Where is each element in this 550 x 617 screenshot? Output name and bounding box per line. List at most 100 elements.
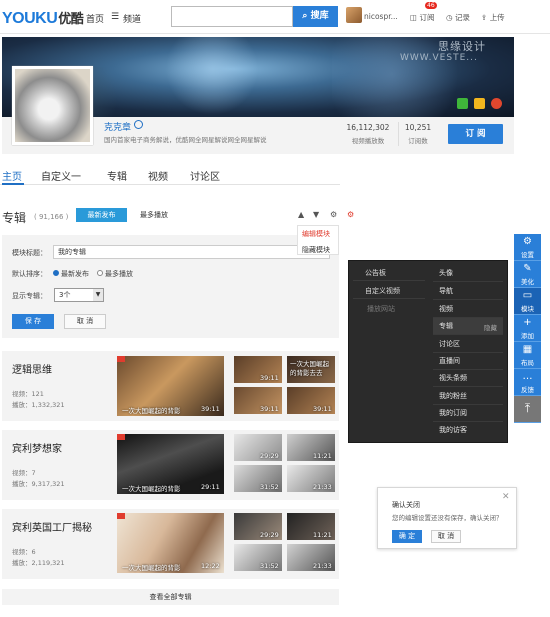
album-plays: 播放：9,317,321: [12, 480, 65, 488]
sort-most-played-button[interactable]: 最多播放: [134, 208, 174, 222]
cover-caption: 一次大国崛起的背影: [122, 407, 181, 415]
move-up-icon[interactable]: ▲: [298, 210, 304, 219]
album-videos: 视频：6: [12, 548, 36, 556]
follow-button[interactable]: 订 阅: [448, 124, 503, 144]
logo-en: YOUKU: [2, 10, 58, 27]
dialog-cancel-button[interactable]: 取 消: [431, 530, 461, 543]
album-title[interactable]: 逻辑思维: [12, 361, 52, 376]
settings-icon[interactable]: ⚙: [347, 210, 354, 219]
video-duration: 11:21: [313, 452, 332, 460]
toolbar-settings[interactable]: ⚙ 设置: [514, 234, 541, 261]
search-input[interactable]: [171, 6, 293, 27]
hide-module-link[interactable]: 隐藏: [484, 322, 497, 332]
hide-module-item[interactable]: 隐藏模块: [298, 242, 338, 258]
tab-discussion[interactable]: 讨论区: [190, 168, 220, 183]
youku-logo[interactable]: YOUKU优酷: [2, 8, 84, 28]
views-stat: 16,112,302 视频播放数: [340, 123, 396, 145]
view-all-albums-link[interactable]: 查看全部专辑: [2, 589, 339, 605]
weibo-icon[interactable]: [491, 98, 502, 109]
nav-home-link[interactable]: 首页: [86, 12, 104, 25]
album-videos: 视频：7: [12, 469, 36, 477]
video-duration: 11:21: [313, 531, 332, 539]
watermark-en: WWW.VESTE...: [400, 53, 478, 63]
sort-newest-radio[interactable]: [53, 270, 59, 276]
video-duration: 39:11: [313, 405, 332, 413]
wechat-icon[interactable]: [457, 98, 468, 109]
toolbar-label: 反馈: [521, 386, 534, 394]
sort-most-radio[interactable]: [97, 270, 103, 276]
module-item-live[interactable]: 直播间: [433, 353, 503, 370]
module-item-custom-video[interactable]: 自定义视频: [353, 286, 425, 296]
new-tag: [117, 356, 125, 362]
module-item-play-site[interactable]: 播放网站: [353, 304, 425, 314]
tab-home[interactable]: 主页: [2, 168, 22, 183]
module-item-avatar[interactable]: 头像: [433, 265, 503, 282]
menu-icon[interactable]: ☰: [111, 12, 119, 22]
cover-duration: 39:11: [201, 405, 220, 413]
move-down-icon[interactable]: ▼: [313, 210, 319, 219]
toolbar-label: 模块: [521, 305, 534, 313]
search-button[interactable]: ⌕ 搜库: [293, 6, 338, 27]
toolbar-back-to-top[interactable]: ⤒: [514, 396, 541, 423]
tab-videos[interactable]: 视频: [148, 168, 168, 183]
sort-newest-button[interactable]: 最新发布: [76, 208, 127, 222]
edit-module-item[interactable]: 编辑模块: [298, 226, 338, 242]
views-label: 视频播放数: [351, 137, 385, 145]
title-label: 模块标题：: [12, 249, 47, 257]
toolbar-label: 添加: [521, 332, 534, 340]
toolbar-feedback[interactable]: … 反馈: [514, 369, 541, 396]
toolbar-modules[interactable]: ▭ 模块: [514, 288, 541, 315]
upload-icon: ⇪: [481, 13, 488, 22]
video-duration: 29:29: [260, 531, 279, 539]
module-item-visitors[interactable]: 我的访客: [433, 422, 503, 439]
logo-cn: 优酷: [58, 11, 84, 26]
tab-custom[interactable]: 自定义一: [41, 168, 81, 183]
sort-newest-label: 最新发布: [61, 270, 89, 278]
module-item-subscriptions[interactable]: 我的订阅: [433, 405, 503, 422]
module-item-discussion[interactable]: 讨论区: [433, 336, 503, 353]
module-item-bulletin[interactable]: 公告板: [353, 268, 425, 278]
module-item-fans[interactable]: 我的粉丝: [433, 388, 503, 405]
module-title-input[interactable]: 我的专辑: [53, 245, 330, 259]
toolbar-beautify[interactable]: ✎ 美化: [514, 261, 541, 288]
save-button[interactable]: 保 存: [12, 314, 54, 329]
module-item-headline[interactable]: 视头条频: [433, 370, 503, 387]
tab-albums[interactable]: 专辑: [107, 168, 127, 183]
search-button-label: 搜库: [310, 11, 329, 21]
album-meta: 视频：6 播放：2,119,321: [12, 547, 65, 569]
divider: [353, 280, 425, 281]
album-title[interactable]: 宾利梦想家: [12, 440, 62, 455]
module-item-nav[interactable]: 导航: [433, 283, 503, 300]
plus-icon: +: [523, 317, 532, 328]
toolbar-add[interactable]: + 添加: [514, 315, 541, 342]
album-title[interactable]: 宾利英国工厂揭秘: [12, 519, 92, 534]
gear-icon[interactable]: ⚙: [330, 210, 337, 219]
history-link[interactable]: ◷ 记录: [446, 12, 470, 23]
show-count-label: 显示专辑：: [12, 292, 47, 300]
profile-name[interactable]: 克克章: [104, 120, 131, 133]
tab-active-indicator: [2, 183, 24, 185]
subscribe-link[interactable]: ◫ 订阅: [410, 12, 434, 23]
album-meta: 视频：7 播放：9,317,321: [12, 468, 65, 490]
upload-link[interactable]: ⇪ 上传: [481, 12, 505, 23]
user-avatar[interactable]: [346, 7, 362, 23]
confirm-button[interactable]: 确 定: [392, 530, 422, 543]
close-icon[interactable]: ✕: [502, 492, 510, 502]
toolbar-label: 美化: [521, 278, 534, 286]
views-value: 16,112,302: [346, 123, 390, 132]
cancel-button[interactable]: 取 消: [64, 314, 106, 329]
video-duration: 21:33: [313, 562, 332, 570]
profile-avatar[interactable]: [12, 66, 93, 145]
module-item-video[interactable]: 视频: [433, 301, 503, 318]
toolbar-layout[interactable]: ▦ 布局: [514, 342, 541, 369]
cover-caption: 一次大国崛起的背影: [122, 564, 181, 572]
star-icon[interactable]: [474, 98, 485, 109]
subscribe-label: 订阅: [419, 13, 435, 22]
cover-duration: 12:22: [201, 562, 220, 570]
watermark-cn: 思缘设计: [438, 40, 486, 53]
nav-channel-link[interactable]: 频道: [123, 12, 141, 25]
video-duration: 31:52: [260, 483, 279, 491]
video-duration: 21:33: [313, 483, 332, 491]
user-name[interactable]: nicospr...: [364, 12, 398, 21]
chevron-down-icon[interactable]: ▼: [93, 289, 103, 301]
